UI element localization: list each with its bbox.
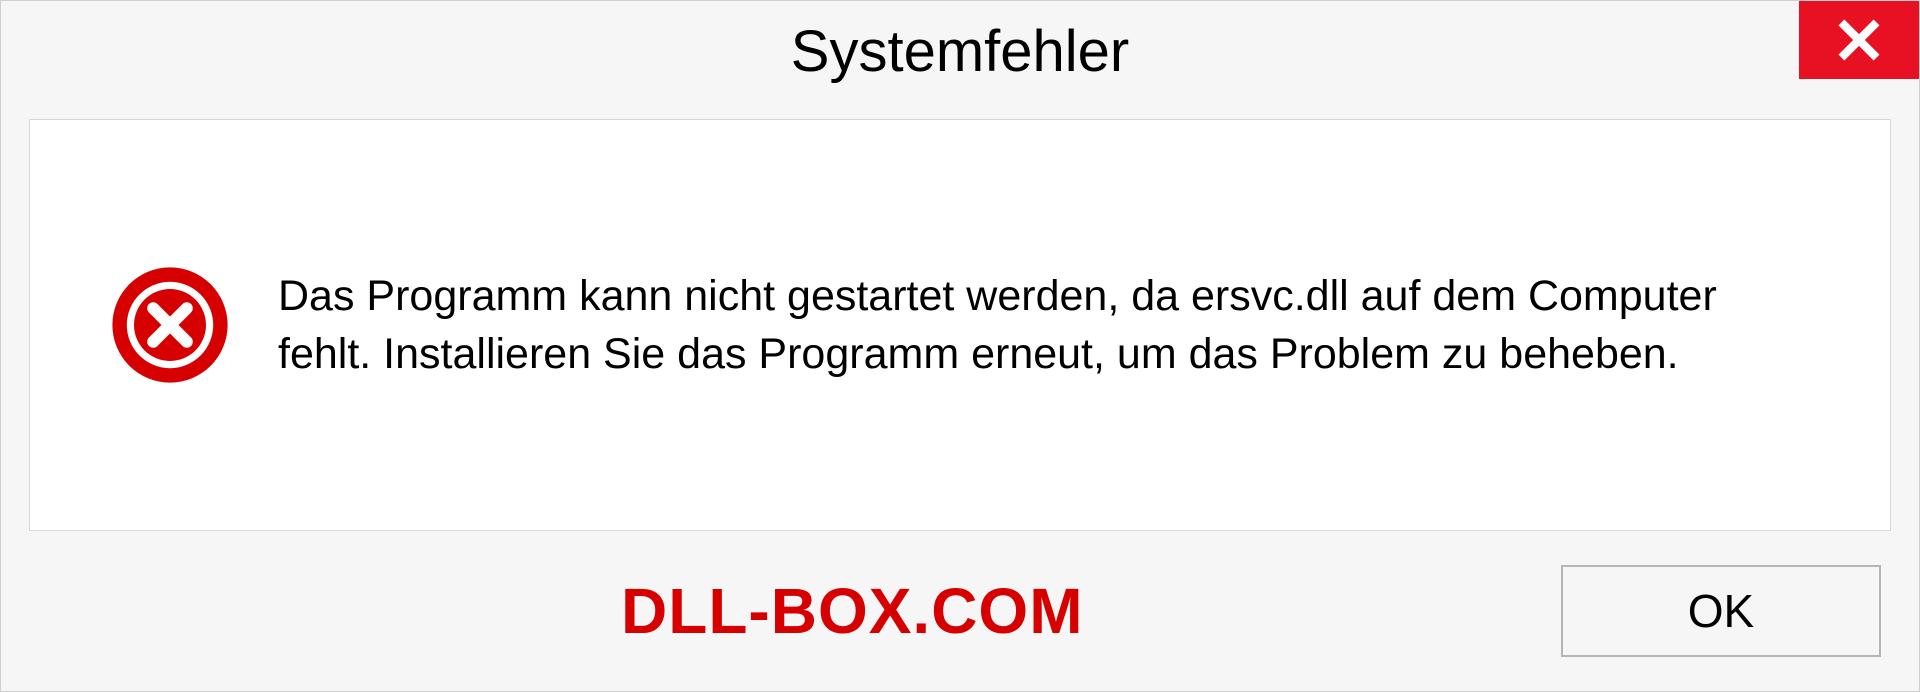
close-icon (1837, 18, 1881, 62)
content-panel: Das Programm kann nicht gestartet werden… (29, 119, 1891, 531)
dialog-footer: DLL-BOX.COM OK (1, 531, 1919, 691)
titlebar: Systemfehler (1, 1, 1919, 101)
dialog-title: Systemfehler (791, 18, 1129, 85)
error-icon (110, 265, 230, 385)
ok-button[interactable]: OK (1561, 565, 1881, 657)
error-message: Das Programm kann nicht gestartet werden… (278, 267, 1820, 383)
error-dialog: Systemfehler Das Programm kann nicht ges… (0, 0, 1920, 692)
watermark-text: DLL-BOX.COM (621, 574, 1084, 648)
close-button[interactable] (1799, 1, 1919, 79)
